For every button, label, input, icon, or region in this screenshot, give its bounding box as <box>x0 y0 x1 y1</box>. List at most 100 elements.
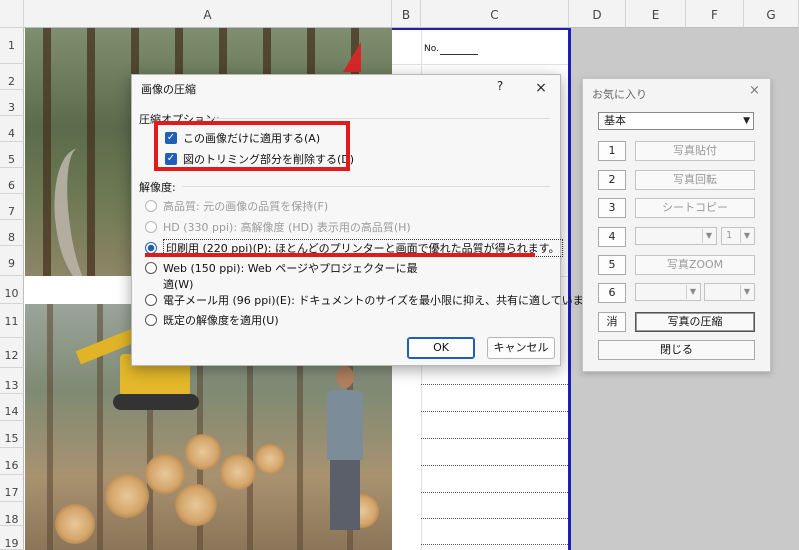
red-flag-shape <box>343 42 361 72</box>
dotted-line <box>421 492 568 493</box>
cancel-button[interactable]: キャンセル <box>487 337 555 359</box>
excavator-track-shape <box>113 394 199 410</box>
number-underline <box>440 54 478 55</box>
row-header-7[interactable]: 7 <box>0 194 24 220</box>
log-shape <box>220 454 256 490</box>
chevron-down-icon: ▼ <box>686 285 699 299</box>
log-shape <box>55 504 95 544</box>
radio-circle-icon <box>145 262 157 274</box>
dotted-line <box>421 518 568 519</box>
row-header-15[interactable]: 15 <box>0 421 24 448</box>
column-header-a[interactable]: A <box>24 0 392 28</box>
template-select[interactable]: 基本 ▼ <box>598 112 754 130</box>
chevron-down-icon: ▼ <box>702 229 715 243</box>
dotted-line <box>421 411 568 412</box>
row-header-2[interactable]: 2 <box>0 64 24 90</box>
rotate-photo-button[interactable]: 写真回転 <box>635 170 755 190</box>
radio-default-resolution[interactable]: 既定の解像度を適用(U) <box>145 312 279 328</box>
option-combo[interactable]: ▼ <box>704 283 755 301</box>
erase-button[interactable]: 消 <box>598 312 626 332</box>
radio-circle-icon <box>145 314 157 326</box>
row-header-18[interactable]: 18 <box>0 502 24 526</box>
chevron-down-icon: ▼ <box>740 229 753 243</box>
road-shape <box>45 144 125 276</box>
favorites-panel: お気に入り × 基本 ▼ 1 写真貼付 2 写真回転 3 シートコピー 4 ▼ … <box>582 78 771 372</box>
radio-circle-icon <box>145 200 157 212</box>
column-header-b[interactable]: B <box>392 0 421 28</box>
favorite-5-button[interactable]: 5 <box>598 255 626 275</box>
dotted-line <box>421 438 568 439</box>
row-header-12[interactable]: 12 <box>0 338 24 368</box>
radio-web-150[interactable]: Web (150 ppi): Web ページやプロジェクターに最 適(W) <box>145 260 418 292</box>
row-header-3[interactable]: 3 <box>0 90 24 116</box>
dotted-line <box>421 465 568 466</box>
row-header-6[interactable]: 6 <box>0 168 24 194</box>
close-button[interactable]: 閉じる <box>598 340 755 360</box>
row-header-10[interactable]: 10 <box>0 276 24 304</box>
radio-email-96[interactable]: 電子メール用 (96 ppi)(E): ドキュメントのサイズを最小限に抑え、共有… <box>145 292 605 308</box>
favorite-4-button[interactable]: 4 <box>598 227 626 247</box>
log-shape <box>255 444 285 474</box>
dotted-line <box>421 384 568 385</box>
ok-button[interactable]: OK <box>407 337 475 359</box>
radio-circle-icon <box>145 294 157 306</box>
favorite-6-button[interactable]: 6 <box>598 283 626 303</box>
close-icon[interactable]: × <box>749 83 760 98</box>
count-combo-value: 1 <box>726 230 733 241</box>
row-header-8[interactable]: 8 <box>0 220 24 246</box>
radio-high-fidelity[interactable]: 高品質: 元の画像の品質を保持(F) <box>145 198 328 214</box>
worker-figure <box>325 366 365 536</box>
divider <box>182 186 550 187</box>
row-header-19[interactable]: 19 <box>0 526 24 550</box>
column-header-d[interactable]: D <box>569 0 626 28</box>
row-header-13[interactable]: 13 <box>0 368 24 394</box>
radio-label: 既定の解像度を適用(U) <box>163 314 279 327</box>
compress-photo-button[interactable]: 写真の圧縮 <box>635 312 755 332</box>
chevron-down-icon: ▼ <box>740 285 753 299</box>
row-header-16[interactable]: 16 <box>0 448 24 475</box>
radio-hd-330[interactable]: HD (330 ppi): 高解像度 (HD) 表示用の高品質(H) <box>145 219 411 235</box>
row-header-4[interactable]: 4 <box>0 116 24 142</box>
chevron-down-icon: ▼ <box>743 116 750 126</box>
copy-sheet-button[interactable]: シートコピー <box>635 198 755 218</box>
log-shape <box>175 484 217 526</box>
row-header-17[interactable]: 17 <box>0 475 24 502</box>
column-header-c[interactable]: C <box>421 0 569 28</box>
red-highlight-box <box>154 121 350 171</box>
count-combo[interactable]: 1 ▼ <box>721 227 755 245</box>
photo-zoom-button[interactable]: 写真ZOOM <box>635 255 755 275</box>
column-header-g[interactable]: G <box>744 0 799 28</box>
radio-label: HD (330 ppi): 高解像度 (HD) 表示用の高品質(H) <box>163 221 411 234</box>
option-combo[interactable]: ▼ <box>635 227 717 245</box>
print-area-top-border <box>392 28 570 30</box>
row-header-14[interactable]: 14 <box>0 394 24 421</box>
radio-label: 高品質: 元の画像の品質を保持(F) <box>163 200 329 213</box>
log-shape <box>145 454 185 494</box>
favorite-2-button[interactable]: 2 <box>598 170 626 190</box>
help-icon[interactable]: ? <box>492 79 508 97</box>
dialog-title: 画像の圧縮 <box>141 83 196 96</box>
row-header-11[interactable]: 11 <box>0 304 24 338</box>
column-header-f[interactable]: F <box>686 0 744 28</box>
number-label: No. <box>424 44 439 54</box>
divider <box>206 118 550 119</box>
compress-pictures-dialog: 画像の圧縮 ? × 圧縮オプション: ✓ この画像だけに適用する(A) ✓ 図の… <box>131 74 605 366</box>
paste-photo-button[interactable]: 写真貼付 <box>635 141 755 161</box>
option-combo[interactable]: ▼ <box>635 283 701 301</box>
log-shape <box>105 474 149 518</box>
close-icon[interactable]: × <box>530 78 552 98</box>
select-all-corner[interactable] <box>0 0 24 28</box>
row-header-9[interactable]: 9 <box>0 246 24 276</box>
radio-label: 電子メール用 (96 ppi)(E): ドキュメントのサイズを最小限に抑え、共有… <box>163 294 605 307</box>
template-select-value: 基本 <box>604 114 626 127</box>
favorite-1-button[interactable]: 1 <box>598 141 626 161</box>
row-header-5[interactable]: 5 <box>0 142 24 168</box>
row-header-1[interactable]: 1 <box>0 28 24 64</box>
favorites-title: お気に入り <box>592 88 647 101</box>
red-underline <box>145 253 535 257</box>
grid-line <box>392 64 570 65</box>
column-header-e[interactable]: E <box>626 0 686 28</box>
radio-label: Web (150 ppi): Web ページやプロジェクターに最 適(W) <box>163 262 418 291</box>
radio-circle-icon <box>145 221 157 233</box>
favorite-3-button[interactable]: 3 <box>598 198 626 218</box>
